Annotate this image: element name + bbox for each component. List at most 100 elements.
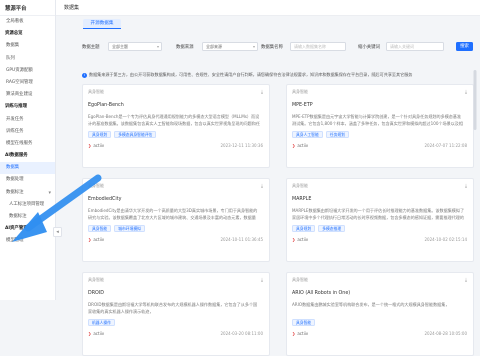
sidebar-item[interactable]: 训练任务 (0, 126, 55, 138)
org-logo-icon: ❯ (88, 237, 92, 242)
search-button[interactable]: 搜索 (456, 42, 473, 51)
card-tags: 具身智能 城市环境模拟 (88, 225, 145, 232)
org-logo-icon: ❯ (88, 143, 92, 148)
name-filter-label: 数据集名称 (261, 45, 283, 50)
chevron-left-icon: ◂ (56, 229, 59, 235)
org-logo-icon: ❯ (88, 331, 92, 336)
card-tags: 具身规划 多模态推理 (292, 225, 346, 232)
sidebar-item[interactable]: 数据集 (0, 40, 55, 52)
tab-bar: 开源数据集 (56, 17, 480, 29)
sidebar-item[interactable]: GPU资源配额 (0, 65, 55, 77)
card-tags: 具身规划 多模态具身智能评估 (88, 131, 157, 138)
sidebar-nav: 全局看板 资源总览 数据集 队列 GPU资源配额 RAG空间管理 算法商业建设 训练与推理 开发… (0, 16, 55, 248)
card-description: ARIO数据集由鹏城实验室等机构联合发布，是一个统一格式的大规模具身智能数据集， (292, 302, 450, 307)
sidebar-item[interactable]: 开发任务 (0, 114, 55, 126)
sidebar-group-title: 训练与推理 (0, 101, 55, 113)
card-org-name: actiiv (93, 143, 105, 148)
sidebar-item[interactable]: 模型在线服务 (0, 138, 55, 150)
sidebar: 慧源平台 全局看板 资源总览 数据集 队列 GPU资源配额 RAG空间管理 算法商业建设 训练… (0, 0, 56, 300)
topic-select[interactable]: 全部主题 ▾ (108, 42, 162, 51)
card-tags: 机器人操作 (88, 319, 115, 326)
card-tags: 具身智能 (292, 319, 316, 326)
sidebar-item-label: 人工标注项目管理 (9, 201, 45, 207)
card-org: ❯ actiiv (292, 331, 308, 336)
sidebar-item-label: GPU资源配额 (6, 67, 33, 73)
sidebar-item[interactable]: 人工标注项目管理 (0, 199, 55, 211)
sidebar-item-label: 数据集 (6, 165, 20, 171)
card-title[interactable]: EmbodiedCity (88, 197, 121, 202)
sidebar-item-label: AI资产管理 (5, 226, 28, 232)
sidebar-item-label: 训练任务 (6, 128, 24, 134)
sidebar-item[interactable]: 数据处理 (0, 174, 55, 186)
sidebar-item[interactable]: 数据标注 (0, 211, 55, 223)
info-icon: i (82, 72, 87, 78)
card-category-tag: 具身智能 (292, 183, 308, 188)
card-org-name: actiiv (93, 331, 105, 336)
dataset-card[interactable]: 具身智能 ⤓ EgoPlan-Bench EgoPlan-Bench是一个专为评估具身… (82, 84, 270, 168)
card-footer: ❯ actiiv 2024-10-11 01:36:45 (88, 237, 263, 245)
card-footer: ❯ actiiv 2024-10-02 02:15:14 (292, 237, 467, 245)
card-date: 2024-07-07 11:22:08 (424, 143, 467, 148)
dataset-card[interactable]: 具身智能 ⤓ EmbodiedCity EmbodiedCity是由清华大学开发的一个… (82, 178, 270, 262)
chevron-down-icon: ▾ (252, 44, 255, 49)
sidebar-item[interactable]: 全局看板 (0, 16, 55, 28)
sidebar-item-label: RAG空间管理 (6, 79, 33, 85)
sidebar-item[interactable]: 模型管理 (0, 235, 55, 247)
download-icon[interactable]: ⤓ (261, 183, 263, 189)
chevron-down-icon: ▾ (156, 44, 159, 49)
sidebar-item[interactable]: 算法商业建设 (0, 89, 55, 101)
card-footer: ❯ actiiv 2024-03-20 08:11:00 (88, 331, 263, 339)
sidebar-group-title: 资源总览 (0, 28, 55, 40)
sidebar-item-label: 数据标注 (9, 214, 27, 219)
dataset-card[interactable]: 具身智能 ⤓ MARPLE MARPLE数据集由斯坦福大学开发的一个用于评估长时推理能… (286, 178, 474, 262)
card-footer: ❯ actiiv 2024-07-07 11:22:08 (292, 143, 467, 151)
card-org: ❯ actiiv (292, 143, 308, 148)
card-category-tag: 具身智能 (88, 183, 104, 188)
sidebar-item-label: 开发任务 (6, 116, 24, 122)
card-category-tag: 具身智能 (88, 277, 104, 282)
card-description: MARPLE数据集由斯坦福大学开发的一个用于评估长时推理能力的基准数据集。该数据… (292, 208, 465, 220)
scrollbar-thumb[interactable] (473, 70, 477, 130)
card-title[interactable]: MPE-ETP (292, 103, 313, 108)
sidebar-item-label: 模型管理 (6, 238, 24, 244)
keyword-input[interactable]: 请输入关键词 (386, 42, 444, 51)
filter-bar: 数据主题 全部主题 ▾ 数据来源 全部来源 ▾ 数据集名称 请输入数据集名称 缩… (56, 40, 480, 54)
download-icon[interactable]: ⤓ (261, 89, 263, 95)
sidebar-item-label: 模型在线服务 (6, 140, 33, 146)
scrollbar[interactable] (473, 68, 477, 300)
sidebar-item-label: 数据标注 (6, 189, 24, 195)
card-footer: ❯ actiiv 2024-08-28 10:05:00 (292, 331, 467, 339)
download-icon[interactable]: ⤓ (261, 277, 263, 283)
sidebar-item[interactable]: 队列 (0, 53, 55, 65)
card-org-name: actiiv (297, 331, 309, 336)
sidebar-item[interactable]: 数据标注 ▾ (0, 187, 55, 199)
card-title[interactable]: ARIO (All Robots in One) (292, 291, 350, 296)
card-chip: 多模态具身智能评估 (114, 131, 157, 138)
download-icon[interactable]: ⤓ (465, 89, 467, 95)
topic-filter-label: 数据主题 (82, 45, 100, 50)
sidebar-item-label: 数据集 (6, 43, 20, 49)
card-org-name: actiiv (297, 143, 309, 148)
dataset-card[interactable]: 具身智能 ⤓ DROID DROID数据集是由斯坦福大学等机构联合发布的大规模机器人操… (82, 272, 270, 356)
tab-open-datasets[interactable]: 开源数据集 (83, 19, 121, 29)
card-title[interactable]: MARPLE (292, 197, 311, 202)
dataset-card[interactable]: 具身智能 ⤓ ARIO (All Robots in One) ARIO数据集由鹏城实… (286, 272, 474, 356)
card-org: ❯ actiiv (88, 237, 104, 242)
sidebar-item[interactable]: 数据集 (0, 162, 55, 175)
sidebar-item[interactable]: RAG空间管理 (0, 77, 55, 89)
sidebar-collapse-button[interactable]: ◂ (53, 227, 62, 237)
org-logo-icon: ❯ (292, 331, 296, 336)
card-title[interactable]: EgoPlan-Bench (88, 103, 124, 108)
source-select[interactable]: 全部来源 ▾ (202, 42, 258, 51)
card-chip: 具身人工智能 (292, 131, 323, 138)
card-date: 2024-08-28 10:05:00 (424, 331, 467, 336)
card-tags: 具身人工智能 任务规划 (292, 131, 349, 138)
card-org-name: actiiv (297, 237, 309, 242)
dataset-name-input[interactable]: 请输入数据集名称 (290, 42, 346, 51)
card-description: DROID数据集是由斯坦福大学等机构联合发布的大规模机器人操作数据集，它包含了从… (88, 302, 258, 314)
dataset-card[interactable]: 具身智能 ⤓ MPE-ETP MPE-ETP数据集是由元宇宙大学智能与计算学院创建，是… (286, 84, 474, 168)
card-title[interactable]: DROID (88, 291, 104, 296)
download-icon[interactable]: ⤓ (465, 183, 467, 189)
download-icon[interactable]: ⤓ (465, 277, 467, 283)
card-chip: 城市环境模拟 (114, 225, 145, 232)
